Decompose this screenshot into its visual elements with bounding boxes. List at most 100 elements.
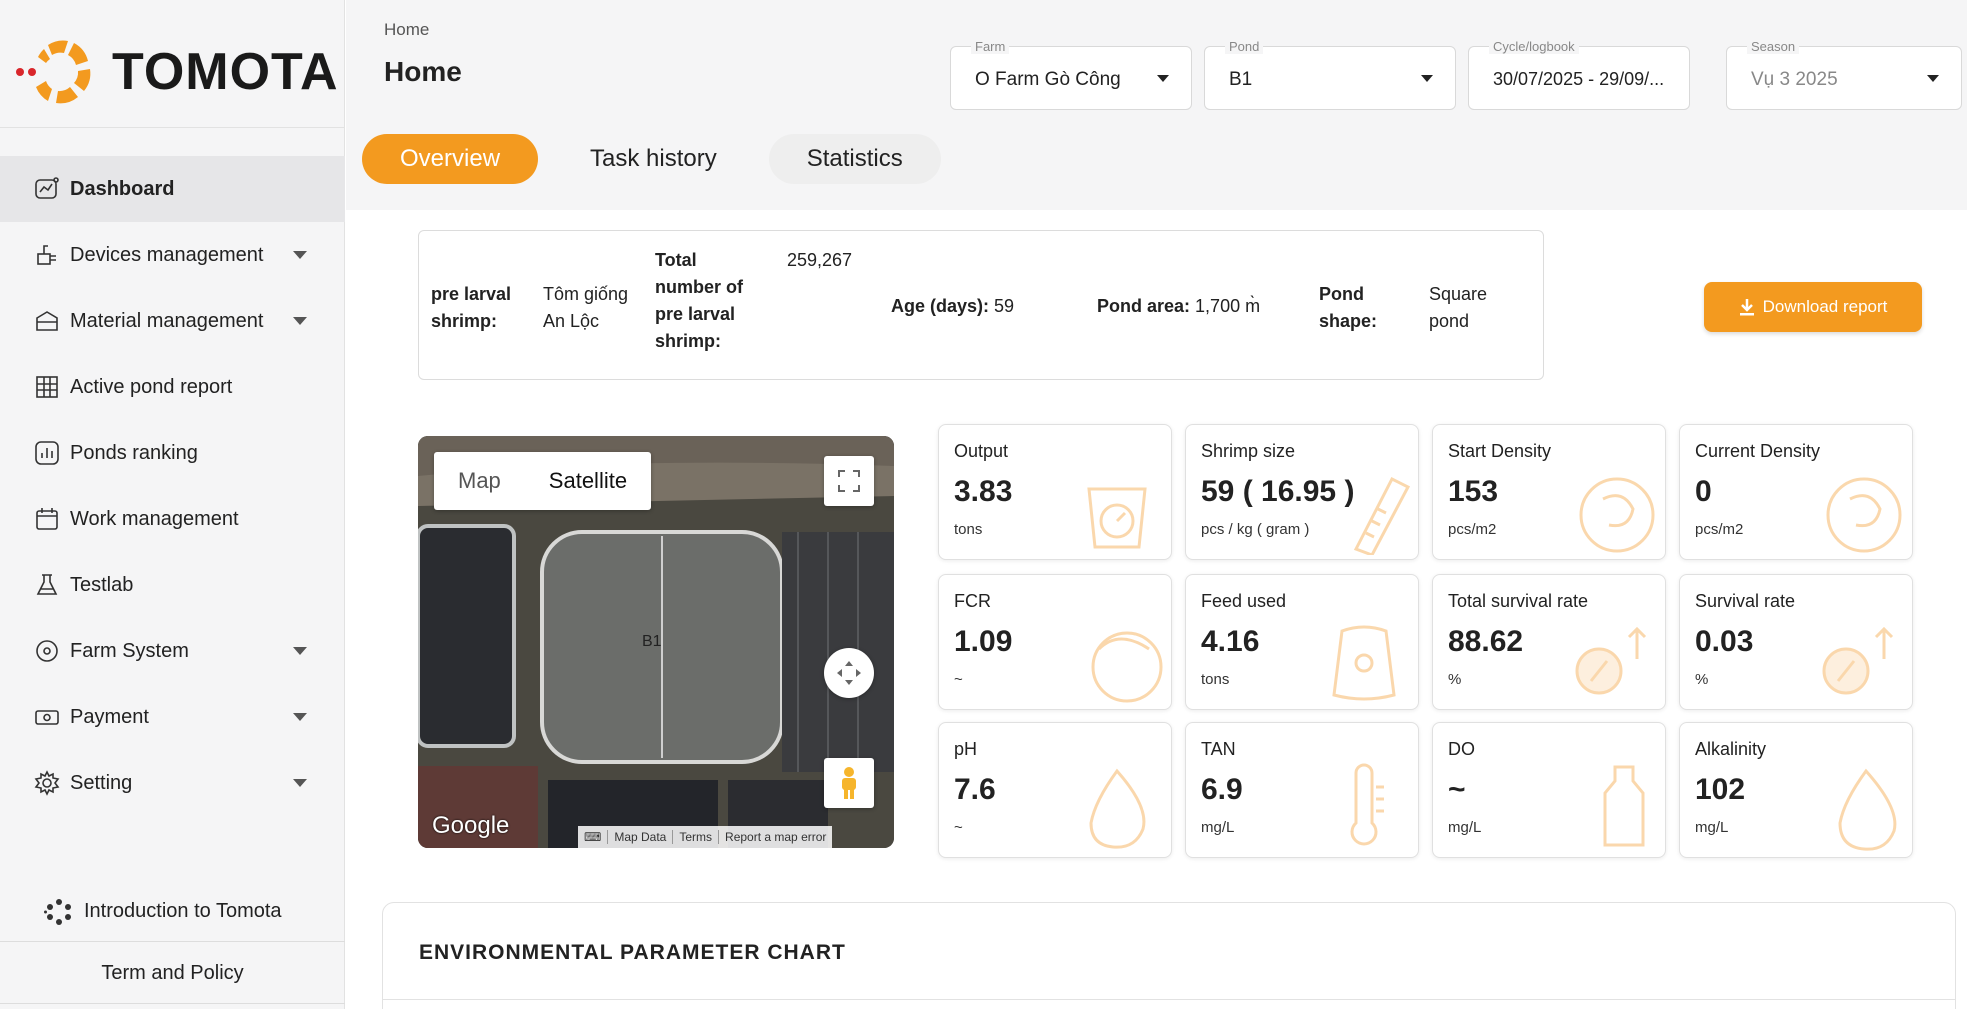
sidebar-item-setting[interactable]: Setting (0, 750, 345, 816)
sidebar-item-devices[interactable]: Devices management (0, 222, 345, 288)
stat-card-shrimp-size: Shrimp size 59 ( 16.95 ) pcs / kg ( gram… (1185, 424, 1419, 560)
keyboard-icon[interactable]: ⌨ (578, 830, 607, 844)
chevron-down-icon[interactable] (293, 779, 307, 787)
pond-select-label: Pond (1225, 39, 1264, 54)
stat-card-tan: TAN 6.9 mg/L (1185, 722, 1419, 858)
sidebar-item-testlab[interactable]: Testlab (0, 552, 345, 618)
stat-value: ~ (1448, 773, 1466, 806)
chevron-down-icon[interactable] (293, 317, 307, 325)
map-data-link[interactable]: Map Data (607, 830, 672, 844)
season-select-label: Season (1747, 39, 1800, 54)
tomota-logo-icon (16, 40, 91, 104)
tomota-logo[interactable]: TOMOTA (10, 22, 339, 122)
pegman-icon (842, 767, 856, 799)
stat-unit: tons (1201, 671, 1230, 688)
stat-value: 0 (1695, 475, 1712, 508)
fullscreen-button[interactable] (824, 456, 874, 506)
street-view-pegman[interactable] (824, 758, 874, 808)
satellite-map[interactable]: B1 Map Satellite Google ⌨ Map Data Terms… (418, 436, 894, 848)
sidebar-item-payment[interactable]: Payment (0, 684, 345, 750)
pond-shape-value-2: pond (1429, 311, 1470, 331)
pre-larval-label: pre larval (431, 284, 512, 304)
pond-b1-label: B1 (642, 633, 662, 650)
pre-larval-value-2: An Lộc (543, 311, 600, 331)
download-icon (1739, 299, 1754, 316)
stat-unit: pcs/m2 (1695, 521, 1744, 538)
stat-card-fcr: FCR 1.09 ~ (938, 574, 1172, 710)
pond-shape-label-2: shape: (1319, 311, 1378, 331)
sidebar-item-ponds-ranking[interactable]: Ponds ranking (0, 420, 345, 486)
total-label-2: number of (655, 277, 743, 297)
stat-unit: mg/L (1695, 819, 1729, 836)
pre-larval-value: Tôm giống (543, 284, 629, 304)
download-report-label: Download report (1762, 297, 1888, 316)
stat-title: Shrimp size (1201, 441, 1296, 461)
pond-shape-value: Square (1429, 284, 1488, 304)
money-icon (34, 704, 60, 730)
stat-value: 7.6 (954, 773, 996, 806)
farm-select[interactable]: Farm O Farm Gò Công (950, 39, 1192, 110)
total-value: 259,267 (787, 250, 853, 270)
shrimp-icon (1810, 459, 1906, 555)
stat-unit: tons (954, 521, 983, 538)
download-report-button[interactable]: Download report (1704, 282, 1922, 332)
sidebar-item-material[interactable]: Material management (0, 288, 345, 354)
introduction-label: Introduction to Tomota (84, 900, 282, 922)
age-value: 59 (994, 296, 1015, 316)
chevron-down-icon (1421, 75, 1433, 82)
sidebar-item-farm-system[interactable]: Farm System (0, 618, 345, 684)
tab-task-history[interactable]: Task history (552, 134, 755, 184)
cycle-select[interactable]: Cycle/logbook 30/07/2025 - 29/09/... (1468, 39, 1690, 110)
sidebar-item-label: Active pond report (70, 375, 233, 398)
chevron-down-icon (1927, 75, 1939, 82)
stat-unit: ~ (954, 819, 963, 836)
stat-card-do: DO ~ mg/L (1432, 722, 1666, 858)
page-title: Home (384, 56, 462, 87)
introduction-link[interactable]: Introduction to Tomota (0, 882, 345, 942)
stat-unit: pcs / kg ( gram ) (1201, 521, 1310, 538)
thermometer-icon (1316, 757, 1412, 853)
gear-icon (34, 770, 60, 796)
bottle-icon (1563, 757, 1659, 853)
farm-select-value: O Farm Gò Công (975, 69, 1121, 90)
map-view-button[interactable]: Map (434, 452, 525, 510)
cycle-select-value: 30/07/2025 - 29/09/... (1493, 69, 1665, 89)
box-icon (34, 308, 60, 334)
stat-card-alkalinity: Alkalinity 102 mg/L (1679, 722, 1913, 858)
stat-title: pH (954, 739, 978, 759)
chart-line-icon (34, 176, 60, 202)
divider (383, 999, 1955, 1000)
map-terms-link[interactable]: Terms (672, 830, 718, 844)
term-policy-link[interactable]: Term and Policy (0, 944, 345, 1004)
stat-value: 1.09 (954, 625, 1013, 658)
satellite-view-button[interactable]: Satellite (525, 452, 651, 510)
breadcrumb[interactable]: Home (384, 20, 429, 40)
sidebar-item-dashboard[interactable]: Dashboard (0, 156, 345, 222)
scale-icon (1069, 459, 1165, 555)
cycle-select-label: Cycle/logbook (1489, 39, 1579, 54)
stat-card-start-density: Start Density 153 pcs/m2 (1432, 424, 1666, 560)
tab-overview[interactable]: Overview (362, 134, 539, 184)
season-select[interactable]: Season Vụ 3 2025 (1726, 39, 1962, 110)
report-map-error-link[interactable]: Report a map error (718, 830, 832, 844)
google-logo: Google (432, 812, 510, 839)
pre-larval-label-2: shrimp: (431, 311, 498, 331)
tab-statistics[interactable]: Statistics (768, 134, 941, 184)
location-icon (34, 638, 60, 664)
stat-value: 153 (1448, 475, 1499, 508)
stat-title: TAN (1201, 739, 1236, 759)
stat-value: 0.03 (1695, 625, 1754, 658)
shrimp-icon (1563, 459, 1659, 555)
environmental-chart-card: ENVIRONMENTAL PARAMETER CHART (382, 902, 1956, 1009)
pond-select[interactable]: Pond B1 (1204, 39, 1456, 110)
stat-unit: pcs/m2 (1448, 521, 1497, 538)
stat-card-survival-rate: Survival rate 0.03 % (1679, 574, 1913, 710)
sidebar-item-active-pond-report[interactable]: Active pond report (0, 354, 345, 420)
sidebar-item-work-management[interactable]: Work management (0, 486, 345, 552)
sidebar-item-label: Testlab (70, 573, 134, 596)
chevron-down-icon[interactable] (293, 647, 307, 655)
chevron-down-icon[interactable] (293, 713, 307, 721)
pond-info-card: pre larval shrimp: Tôm giống An Lộc Total n… (418, 230, 1544, 380)
pan-control[interactable] (824, 648, 874, 698)
chevron-down-icon[interactable] (293, 251, 307, 259)
